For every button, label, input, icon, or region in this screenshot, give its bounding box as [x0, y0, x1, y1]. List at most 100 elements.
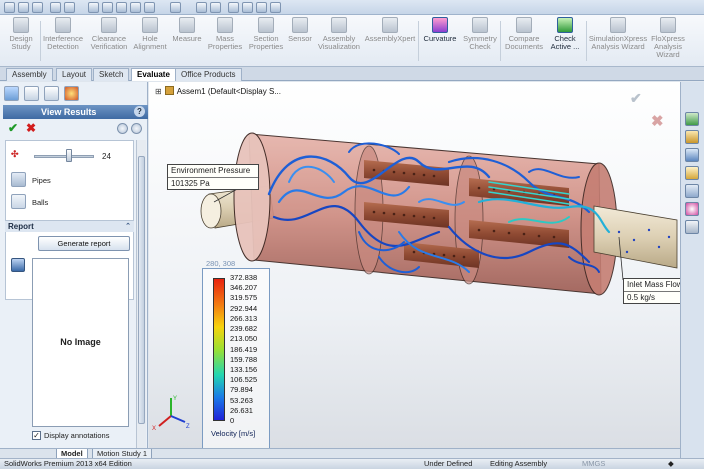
- apply-scene-icon[interactable]: [144, 2, 155, 13]
- ribbon-separator: [586, 21, 587, 61]
- legend-tick-label: 133.156: [230, 364, 258, 374]
- compare-documents-button[interactable]: Compare Documents: [502, 17, 546, 65]
- task-pane: [680, 82, 704, 458]
- solidworks-resources-icon[interactable]: [685, 112, 699, 126]
- env-callout-label: Environment Pressure: [171, 166, 251, 175]
- help-icon[interactable]: ?: [134, 106, 145, 117]
- hole-alignment-button[interactable]: Hole Alignment: [132, 17, 168, 65]
- display-style-icon[interactable]: [102, 2, 113, 13]
- report-preview: No Image: [32, 258, 129, 427]
- home-icon[interactable]: [685, 130, 699, 144]
- status-bar: SolidWorks Premium 2013 x64 Edition Unde…: [0, 458, 704, 469]
- mass-properties-button[interactable]: Mass Properties: [206, 17, 244, 65]
- zoom-area-icon[interactable]: [18, 2, 29, 13]
- options-icon[interactable]: [210, 2, 221, 13]
- inlet-mass-flow-callout[interactable]: Inlet Mass Flow 0.5 kg/s: [623, 278, 680, 304]
- tab-assembly[interactable]: Assembly: [6, 68, 53, 81]
- legend-tick-label: 346.207: [230, 283, 258, 293]
- file-explorer-icon[interactable]: [685, 166, 699, 180]
- panel-scrollbar[interactable]: [136, 140, 146, 450]
- floxpress-button[interactable]: FloXpress Analysis Wizard: [648, 17, 688, 65]
- sensor-button[interactable]: Sensor: [286, 17, 314, 65]
- panel-scrollbar-thumb[interactable]: [138, 156, 145, 424]
- check-active-icon: [557, 17, 573, 33]
- density-slider[interactable]: [34, 155, 94, 158]
- back-arrow-icon[interactable]: [117, 123, 128, 134]
- cancel-x-icon[interactable]: ✖: [26, 122, 36, 134]
- legend-tick-label: 213.050: [230, 334, 258, 344]
- tab-office-products[interactable]: Office Products: [175, 68, 242, 81]
- zoom-fit-icon[interactable]: [4, 2, 15, 13]
- check-active-button[interactable]: Check Active ...: [546, 17, 584, 65]
- section-view-icon[interactable]: [64, 2, 75, 13]
- environment-pressure-callout[interactable]: Environment Pressure 101325 Pa: [167, 164, 259, 190]
- status-mode: Editing Assembly: [490, 459, 548, 468]
- select-icon[interactable]: [50, 2, 61, 13]
- no-image-label: No Image: [60, 337, 101, 347]
- measure-button[interactable]: Measure: [170, 17, 204, 65]
- status-product: SolidWorks Premium 2013 x64 Edition: [4, 459, 132, 468]
- ribbon-separator: [40, 21, 41, 61]
- simulationxpress-button[interactable]: SimulationXpress Analysis Wizard: [588, 17, 648, 65]
- legend-tick-label: 79.894: [230, 385, 253, 395]
- floxpress-icon: [660, 17, 676, 33]
- clearance-verification-button[interactable]: Clearance Verification: [88, 17, 130, 65]
- confirm-corner-x-icon[interactable]: ✖: [651, 112, 664, 130]
- appearances-icon[interactable]: [685, 202, 699, 216]
- custom-properties-icon[interactable]: [685, 220, 699, 234]
- rebuild-icon[interactable]: [196, 2, 207, 13]
- edit-appearance-icon[interactable]: [130, 2, 141, 13]
- status-units[interactable]: MMGS: [582, 459, 605, 469]
- report-section-header[interactable]: Report ⌃: [5, 220, 134, 232]
- assemblyxpert-button[interactable]: AssemblyXpert: [364, 17, 416, 65]
- tab-layout[interactable]: Layout: [56, 68, 93, 81]
- outlet-pipe-opening: [200, 193, 222, 229]
- undo-icon[interactable]: [242, 2, 253, 13]
- view-settings-icon[interactable]: [170, 2, 181, 13]
- velocity-legend[interactable]: 280, 308 372.838 346.207 319.575 292.944 266…: [202, 259, 270, 450]
- tab-evaluate[interactable]: Evaluate: [131, 68, 176, 81]
- density-slider-thumb[interactable]: [66, 149, 72, 162]
- assembly-visualization-icon: [331, 17, 347, 33]
- panel-title-bar: View Results ?: [3, 105, 148, 119]
- property-manager-icon[interactable]: [24, 86, 39, 101]
- coordinate-triad-icon: Y X Z: [152, 396, 190, 432]
- cube-view-icon[interactable]: [270, 2, 281, 13]
- generate-report-button[interactable]: Generate report: [38, 236, 130, 251]
- interference-detection-button[interactable]: Interference Detection: [42, 17, 84, 65]
- design-library-icon[interactable]: [685, 148, 699, 162]
- ok-checkmark-icon[interactable]: ✔: [8, 122, 18, 134]
- legend-tick-label: 319.575: [230, 293, 258, 303]
- zoom-prev-icon[interactable]: [32, 2, 43, 13]
- balls-icon[interactable]: [11, 194, 26, 209]
- legend-title: 280, 308: [206, 259, 236, 268]
- redo-icon[interactable]: [256, 2, 267, 13]
- confirm-corner-check-icon[interactable]: ✔: [630, 90, 642, 107]
- display-annotations-checkbox[interactable]: ✓: [32, 431, 41, 440]
- print-icon[interactable]: [228, 2, 239, 13]
- view-palette-icon[interactable]: [685, 184, 699, 198]
- graphics-area[interactable]: ⊞ Assem1 (Default<Display S... Environme…: [149, 82, 680, 458]
- tab-sketch[interactable]: Sketch: [93, 68, 130, 81]
- save-icon[interactable]: [11, 258, 25, 272]
- hide-show-icon[interactable]: [116, 2, 127, 13]
- symmetry-check-button[interactable]: Symmetry Check: [462, 17, 498, 65]
- ribbon-separator: [418, 21, 419, 61]
- forward-arrow-icon[interactable]: [131, 123, 142, 134]
- feature-manager-icon[interactable]: [4, 86, 19, 101]
- collapse-icon[interactable]: ⌃: [125, 222, 131, 230]
- configuration-manager-icon[interactable]: [44, 86, 59, 101]
- interference-detection-icon: [55, 17, 71, 33]
- curvature-button[interactable]: Curvature: [420, 17, 460, 65]
- legend-tick-label: 26.631: [230, 405, 253, 415]
- svg-text:X: X: [152, 426, 156, 432]
- section-properties-button[interactable]: Section Properties: [246, 17, 286, 65]
- display-manager-icon[interactable]: [64, 86, 79, 101]
- pipes-icon[interactable]: [11, 172, 26, 187]
- velocity-color-bar: [213, 278, 225, 421]
- svg-text:Z: Z: [186, 424, 190, 430]
- view-orientation-icon[interactable]: [88, 2, 99, 13]
- assembly-visualization-button[interactable]: Assembly Visualization: [316, 17, 362, 65]
- design-study-button[interactable]: Design Study: [4, 17, 38, 65]
- help-status-icon[interactable]: ◆: [668, 459, 674, 469]
